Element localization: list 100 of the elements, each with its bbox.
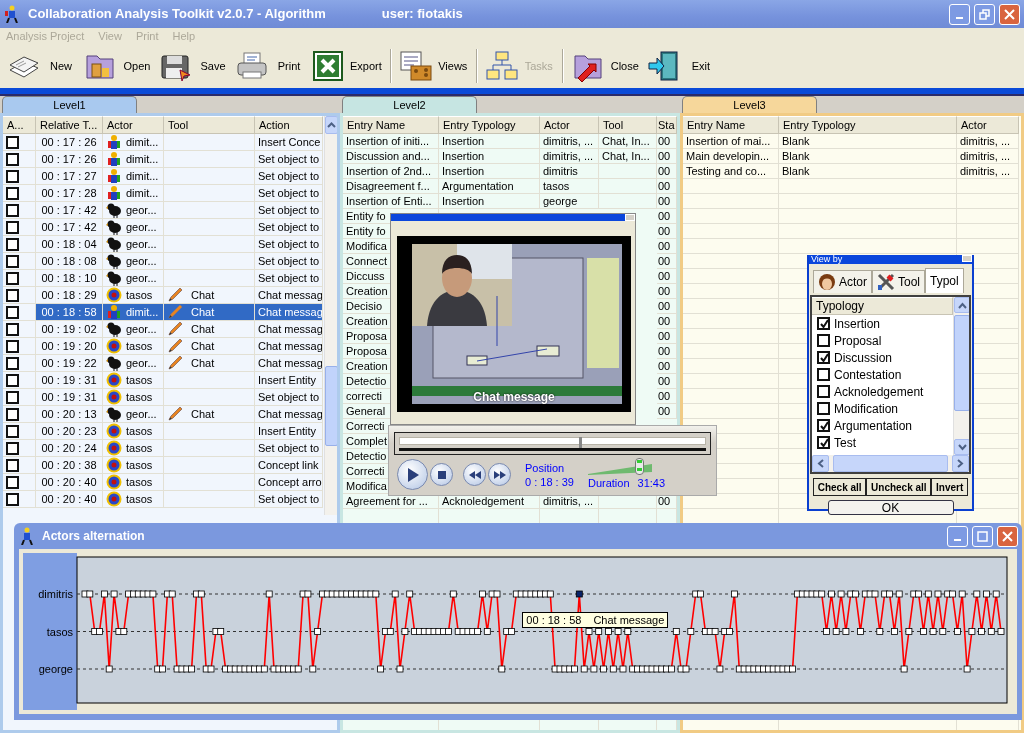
volume-slider[interactable] (587, 459, 652, 476)
column-header[interactable]: Typology (812, 297, 953, 315)
checkbox[interactable] (6, 254, 19, 268)
checkbox[interactable] (6, 203, 19, 217)
close-button[interactable] (997, 525, 1018, 547)
slider-thumb[interactable] (635, 457, 645, 475)
checkbox-label: Discussion (834, 349, 893, 367)
table-cell: Set object to (255, 168, 323, 185)
table-cell: 00 : 20 : 40 (36, 474, 103, 491)
column-header[interactable]: Actor (540, 116, 599, 134)
checkbox[interactable] (6, 356, 19, 370)
checkbox[interactable] (6, 152, 19, 166)
column-header[interactable]: Entry Name (683, 116, 779, 134)
tab[interactable]: Actor (813, 270, 872, 293)
ok-button[interactable]: OK (827, 500, 954, 515)
checkbox[interactable] (6, 441, 19, 455)
column-header[interactable]: Action (255, 116, 323, 134)
checkbox[interactable] (6, 288, 19, 302)
checkbox[interactable] (6, 322, 19, 336)
checkbox[interactable] (817, 368, 830, 381)
maximize-button[interactable] (972, 525, 993, 547)
checkbox[interactable] (6, 339, 19, 353)
new-button[interactable]: New (4, 46, 80, 86)
column-header[interactable]: Relative T... (36, 116, 103, 134)
checkbox[interactable] (6, 135, 19, 149)
checkbox[interactable] (6, 492, 19, 506)
position-time: 0 : 18 : 39 (525, 474, 574, 489)
table-cell: 00 (657, 359, 677, 374)
checkbox[interactable] (6, 305, 19, 319)
play-button[interactable] (397, 459, 428, 490)
app-icon (20, 527, 34, 545)
column-header[interactable]: Sta (657, 116, 677, 134)
checkbox[interactable] (6, 424, 19, 438)
close-button[interactable]: Close (567, 46, 644, 86)
table-cell: Set object to (255, 202, 323, 219)
checkbox[interactable] (6, 186, 19, 200)
restore-button[interactable] (974, 3, 995, 25)
scrollbar[interactable] (812, 455, 969, 472)
tab[interactable]: Typol (925, 268, 964, 293)
column-header[interactable]: Entry Typology (439, 116, 540, 134)
checkbox[interactable] (817, 334, 830, 347)
seek-slider[interactable] (399, 437, 706, 445)
scrollbar[interactable] (953, 297, 969, 455)
action-button[interactable]: Check all (813, 478, 867, 496)
checkbox[interactable] (6, 458, 19, 472)
action-button[interactable]: Invert (931, 478, 968, 496)
column-header[interactable]: Tool (164, 116, 255, 134)
tab[interactable]: Level2 (342, 96, 477, 113)
column-header[interactable]: Actor (103, 116, 164, 134)
checkbox-label: Acknoledgement (834, 383, 924, 401)
slider-thumb[interactable] (578, 437, 582, 448)
exit-button[interactable]: Exit (643, 46, 720, 86)
checkbox-label: Test (834, 434, 856, 452)
scroll-left-button[interactable] (812, 455, 829, 472)
minimize-button[interactable] (947, 525, 968, 547)
checkbox[interactable] (817, 436, 830, 449)
scroll-down-button[interactable] (954, 439, 969, 455)
scroll-up-button[interactable] (954, 297, 969, 313)
column-header[interactable]: Entry Typology (779, 116, 957, 134)
checkbox[interactable] (6, 407, 19, 421)
close-button[interactable] (999, 3, 1020, 25)
column-header[interactable]: Entry Name (343, 116, 439, 134)
column-header[interactable]: Actor (957, 116, 1019, 134)
column-header[interactable]: A... (3, 116, 36, 134)
checkbox[interactable] (6, 169, 19, 183)
stop-button[interactable] (430, 463, 453, 486)
checkbox[interactable] (817, 317, 830, 330)
tab[interactable]: Level3 (682, 96, 817, 113)
scroll-thumb[interactable] (833, 455, 948, 472)
checkbox[interactable] (817, 419, 830, 432)
scroll-right-button[interactable] (952, 455, 969, 472)
export-button[interactable]: Export (308, 46, 386, 86)
checkbox[interactable] (6, 373, 19, 387)
checkbox[interactable] (6, 220, 19, 234)
minimize-button[interactable] (949, 3, 970, 25)
checkbox[interactable] (6, 390, 19, 404)
pencil-icon (167, 321, 183, 337)
tab[interactable]: Tool (872, 270, 926, 293)
action-button[interactable]: Uncheck all (866, 478, 932, 496)
scroll-thumb[interactable] (325, 366, 337, 446)
checkbox[interactable] (817, 402, 830, 415)
checkbox[interactable] (6, 475, 19, 489)
views-button[interactable]: Views (395, 46, 472, 86)
checkbox[interactable] (6, 271, 19, 285)
column-header[interactable]: Tool (599, 116, 657, 134)
open-button[interactable]: Open (80, 46, 156, 86)
scrollbar[interactable] (324, 116, 337, 515)
save-button[interactable]: Save (156, 46, 232, 86)
checkbox[interactable] (817, 351, 830, 364)
checkbox[interactable] (817, 385, 830, 398)
rewind-button[interactable] (463, 463, 486, 486)
scroll-up-button[interactable] (325, 116, 337, 134)
tab[interactable]: Level1 (2, 96, 137, 113)
print-button[interactable]: Print (232, 46, 308, 86)
checkbox[interactable] (6, 237, 19, 251)
table-cell: 00 (657, 194, 677, 209)
table-cell: Blank (779, 134, 957, 149)
fast-forward-button[interactable] (488, 463, 511, 486)
pencil-icon (167, 287, 183, 303)
scroll-thumb[interactable] (954, 315, 969, 411)
